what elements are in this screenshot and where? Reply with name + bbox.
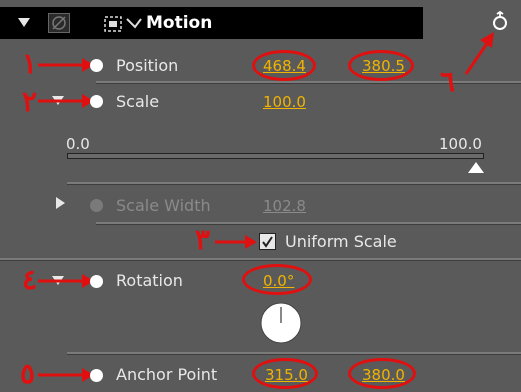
scale-stopwatch-icon[interactable]	[90, 95, 103, 108]
highlight-oval-anchor-y	[348, 358, 416, 389]
uniform-scale-label: Uniform Scale	[285, 232, 397, 251]
reset-icon[interactable]	[491, 10, 509, 32]
annotation-number-4: ٤	[22, 263, 38, 296]
scale-slider-track[interactable]	[67, 153, 484, 159]
row-divider	[96, 222, 521, 225]
annotation-number-2: ٢	[22, 85, 38, 118]
row-divider	[0, 258, 521, 261]
slider-min-label: 0.0	[66, 135, 90, 153]
uniform-scale-checkbox[interactable]	[259, 233, 276, 250]
rotation-label: Rotation	[116, 271, 183, 290]
annotation-number-1: ١	[22, 47, 38, 80]
anchor-point-stopwatch-icon[interactable]	[90, 369, 103, 382]
annotation-arrow-4	[38, 274, 94, 288]
scale-slider-handle[interactable]	[468, 162, 484, 174]
annotation-number-3: ٣	[195, 223, 211, 256]
annotation-number-6: ٦	[440, 65, 456, 98]
rotation-dial[interactable]	[259, 301, 303, 345]
highlight-oval-position-x	[252, 50, 316, 81]
row-divider	[96, 81, 521, 84]
annotation-arrow-2	[38, 94, 94, 108]
highlight-oval-position-y	[348, 50, 414, 81]
highlight-oval-rotation	[242, 264, 312, 295]
slider-max-label: 100.0	[439, 135, 482, 153]
highlight-oval-anchor-x	[252, 358, 318, 389]
position-stopwatch-icon[interactable]	[90, 59, 103, 72]
effect-title: Motion	[146, 13, 213, 33]
annotation-arrow-1	[38, 58, 94, 72]
position-label: Position	[116, 56, 179, 75]
annotation-arrow-3	[215, 235, 257, 249]
annotation-arrow-5	[38, 368, 94, 382]
fx-icon[interactable]	[48, 13, 70, 33]
scale-width-label: Scale Width	[116, 196, 211, 215]
scale-width-expand-icon[interactable]	[56, 197, 65, 209]
annotation-arrow-6	[464, 32, 494, 75]
motion-transform-icon	[104, 16, 142, 32]
anchor-point-label: Anchor Point	[116, 365, 218, 384]
collapse-triangle-icon[interactable]	[18, 18, 30, 28]
row-divider	[67, 352, 521, 355]
annotation-number-5: ٥	[20, 357, 36, 390]
motion-effect-panel: Motion ١ Position 468.4 380.5 ٢ Scale 10…	[0, 0, 521, 392]
scale-value[interactable]: 100.0	[263, 92, 306, 112]
scale-width-value: 102.8	[263, 197, 306, 215]
rotation-stopwatch-icon[interactable]	[90, 275, 103, 288]
scale-label: Scale	[116, 92, 160, 111]
scale-width-stopwatch-icon	[90, 199, 103, 212]
row-divider	[67, 182, 521, 185]
